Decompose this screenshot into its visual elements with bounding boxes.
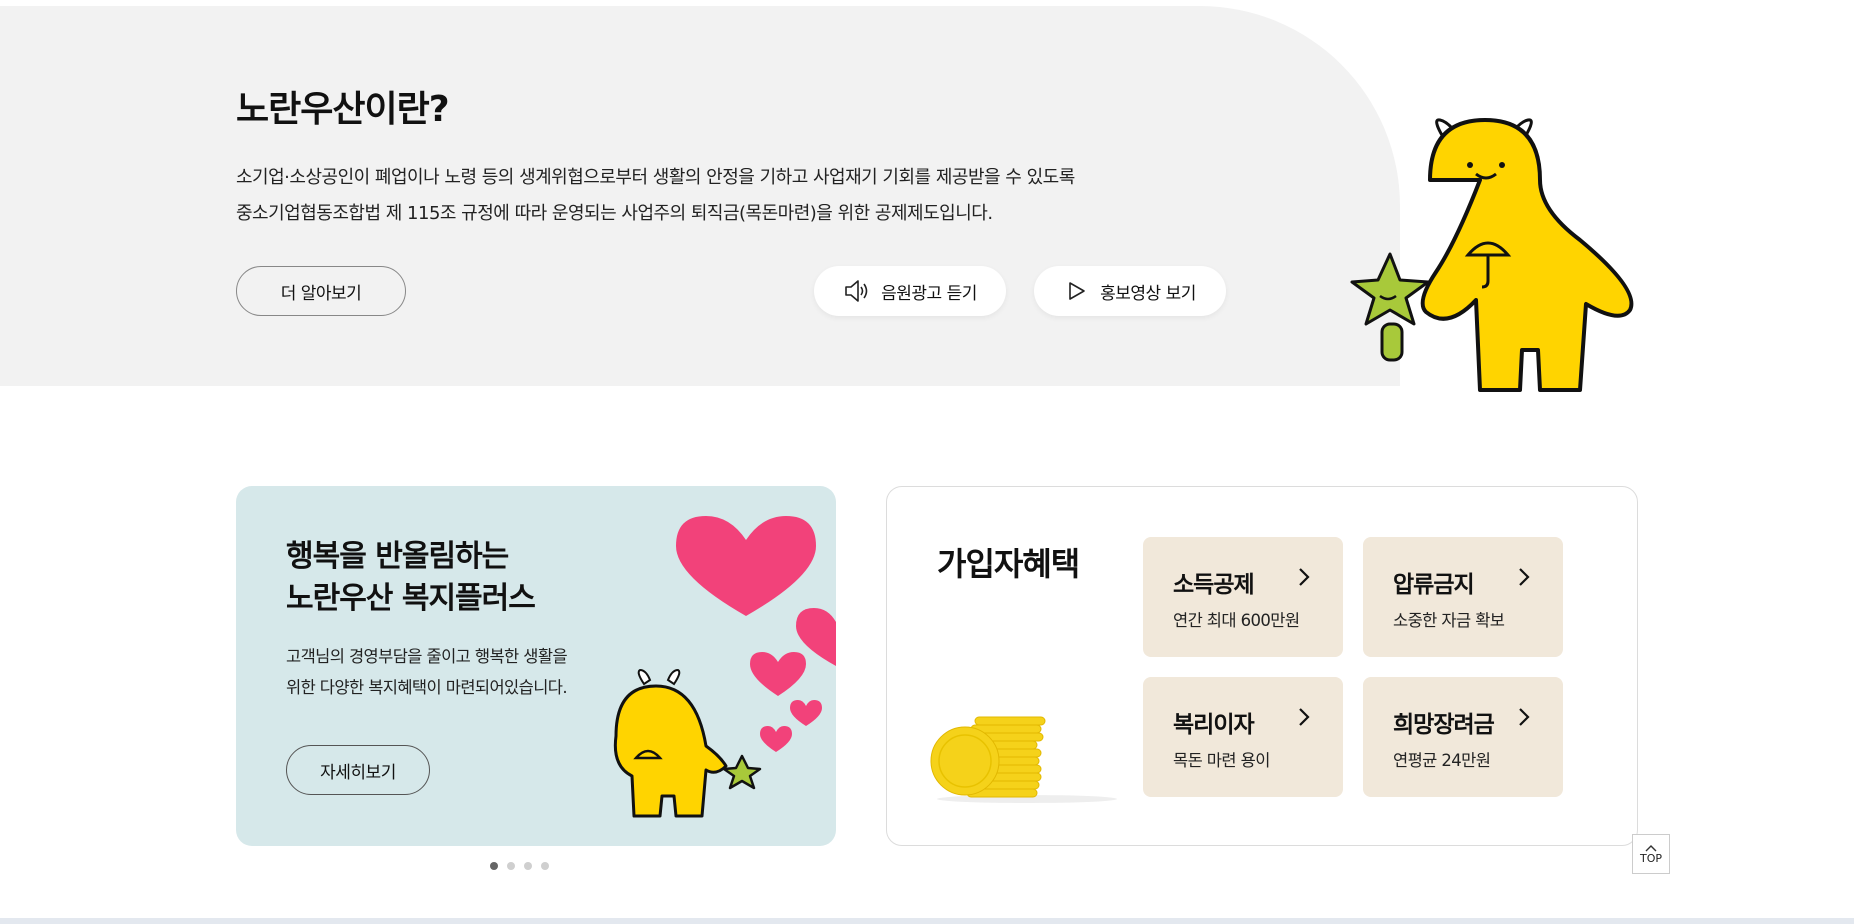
hearts-mascot-illustration: [613, 516, 836, 818]
benefit-tile-hope-incentive[interactable]: 희망장려금 연평균 24만원: [1363, 677, 1563, 797]
chevron-right-icon: [1519, 708, 1530, 726]
chevron-right-icon: [1299, 708, 1310, 726]
benefit-tile-compound-interest[interactable]: 복리이자 목돈 마련 용이: [1143, 677, 1343, 797]
scroll-to-top-button[interactable]: TOP: [1632, 834, 1670, 874]
welfare-plus-title-line-1: 행복을 반올림하는: [286, 539, 509, 574]
top-label: TOP: [1639, 851, 1662, 865]
welfare-plus-description: 고객님의 경영부담을 줄이고 행복한 생활을 위한 다양한 복지혜택이 마련되어…: [286, 641, 568, 703]
benefit-tile-seizure-prohibition[interactable]: 압류금지 소중한 자금 확보: [1363, 537, 1563, 657]
benefit-tile-description: 연간 최대 600만원: [1173, 611, 1300, 630]
promo-video-button[interactable]: 홍보영상 보기: [1034, 266, 1226, 316]
member-benefits-card: 가입자혜택 소득공제 연간 최대 600만원 압류금지 소중한 자금 확보 복리…: [886, 486, 1638, 846]
benefit-tile-title: 압류금지: [1393, 572, 1475, 598]
benefit-tile-description: 소중한 자금 확보: [1393, 611, 1505, 630]
hero-title: 노란우산이란?: [236, 89, 450, 130]
welfare-plus-card[interactable]: 행복을 반올림하는 노란우산 복지플러스 고객님의 경영부담을 줄이고 행복한 …: [236, 486, 836, 846]
learn-more-button[interactable]: 더 알아보기: [236, 266, 406, 316]
hero-description-line-2: 중소기업협동조합법 제 115조 규정에 따라 운영되는 사업주의 퇴직금(목돈…: [236, 203, 993, 224]
yellow-umbrella-mascot-illustration: [1350, 118, 1634, 392]
speaker-icon: [845, 280, 868, 302]
benefit-tile-income-deduction[interactable]: 소득공제 연간 최대 600만원: [1143, 537, 1343, 657]
benefit-tile-description: 연평균 24만원: [1393, 751, 1491, 770]
welfare-plus-description-line-1: 고객님의 경영부담을 줄이고 행복한 생활을: [286, 647, 568, 666]
audio-ad-button[interactable]: 음원광고 듣기: [814, 266, 1006, 316]
carousel-dot-3[interactable]: [524, 862, 532, 870]
hero-description: 소기업·소상공인이 폐업이나 노령 등의 생계위협으로부터 생활의 안정을 기하…: [236, 160, 1236, 232]
benefit-tile-description: 목돈 마련 용이: [1173, 751, 1270, 770]
benefit-tile-title: 희망장려금: [1393, 712, 1495, 738]
play-icon: [1069, 282, 1085, 300]
details-button[interactable]: 자세히보기: [286, 745, 430, 795]
promo-video-label: 홍보영상 보기: [1100, 283, 1196, 304]
welfare-plus-title-line-2: 노란우산 복지플러스: [286, 581, 536, 616]
chevron-right-icon: [1519, 568, 1530, 586]
carousel-pagination: [490, 862, 549, 870]
audio-ad-label: 음원광고 듣기: [881, 283, 977, 304]
welfare-plus-title: 행복을 반올림하는 노란우산 복지플러스: [286, 536, 536, 620]
chevron-up-icon: [1645, 844, 1657, 851]
benefit-tile-title: 복리이자: [1173, 712, 1255, 738]
hero-description-line-1: 소기업·소상공인이 폐업이나 노령 등의 생계위협으로부터 생활의 안정을 기하…: [236, 167, 1075, 188]
member-benefits-title: 가입자혜택: [937, 545, 1080, 583]
chevron-right-icon: [1299, 568, 1310, 586]
gold-coins-illustration: [930, 716, 1117, 803]
carousel-dot-4[interactable]: [541, 862, 549, 870]
welfare-plus-description-line-2: 위한 다양한 복지혜택이 마련되어있습니다.: [286, 678, 568, 697]
carousel-dot-1[interactable]: [490, 862, 498, 870]
page-bottom-divider: [0, 918, 1854, 924]
carousel-dot-2[interactable]: [507, 862, 515, 870]
benefit-tile-title: 소득공제: [1173, 572, 1255, 598]
